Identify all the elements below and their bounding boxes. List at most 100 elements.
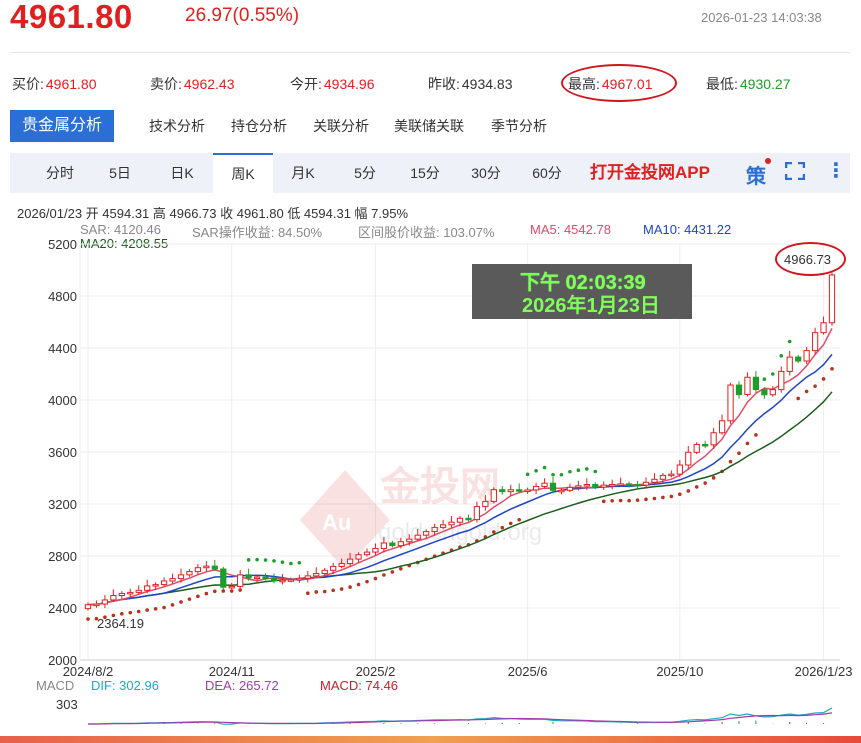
bottom-banner-strip: [0, 736, 861, 743]
y-tick-label: 4000: [48, 393, 77, 408]
candle-body: [702, 443, 709, 447]
watermark: Au 金投网 gold.cngold.org: [300, 464, 542, 570]
sar-dot: [322, 589, 327, 594]
candle-body: [372, 547, 379, 553]
candle-body: [389, 542, 396, 547]
sar-dot: [365, 579, 369, 584]
macd-dif: DIF: 302.96: [91, 678, 159, 693]
candle-body: [253, 576, 261, 580]
candle-body: [651, 478, 658, 483]
sar-dot: [762, 377, 767, 382]
sar-dot: [136, 609, 141, 614]
sar-dot: [145, 608, 149, 612]
min-price-label: 2364.19: [97, 616, 144, 631]
sar-dot: [627, 498, 631, 503]
y-tick-label: 2400: [48, 601, 77, 616]
sar-dot: [694, 485, 699, 489]
candle-body: [211, 565, 218, 570]
sar-dot: [787, 339, 792, 344]
y-tick-label: 3600: [48, 445, 77, 460]
sar-dot: [568, 469, 572, 474]
candle-body: [93, 603, 100, 607]
candle-body: [439, 524, 447, 528]
candle-body: [287, 579, 295, 582]
candle-body: [431, 526, 438, 533]
candle-body: [566, 486, 574, 491]
sar-dot: [86, 617, 90, 621]
sar-dot: [593, 469, 598, 474]
candle-body: [338, 563, 345, 567]
sar-dot: [601, 499, 606, 504]
sar-dot: [745, 441, 750, 446]
y-tick-label: 4800: [48, 289, 77, 304]
candle-body: [228, 585, 235, 589]
candle-body: [617, 483, 624, 486]
sar-dot: [314, 590, 319, 594]
y-tick-label: 2800: [48, 549, 77, 564]
sar-dot: [771, 372, 775, 376]
macd-value: MACD: 74.46: [320, 678, 399, 693]
candle-body: [186, 571, 193, 576]
macd-panel: [88, 707, 833, 725]
candle-body: [169, 578, 176, 582]
sar-dot: [686, 489, 691, 493]
sar-dot: [356, 582, 361, 587]
candle-body: [718, 420, 726, 434]
candle-body: [735, 384, 743, 396]
candle-body: [778, 370, 785, 391]
candle-body: [160, 580, 168, 586]
sar-dot: [289, 561, 293, 566]
sar-dot: [754, 433, 758, 437]
candle-body: [600, 484, 607, 488]
candle-body: [482, 500, 489, 508]
candle-body: [811, 332, 819, 352]
candle-body: [583, 484, 590, 487]
sar-dot: [711, 476, 716, 480]
candle-body: [609, 484, 616, 487]
x-tick-label: 2025/2: [356, 664, 396, 679]
candle-body: [127, 591, 134, 595]
sar-dot: [669, 494, 674, 499]
candle-body: [101, 599, 109, 605]
candle-body: [710, 432, 717, 446]
candlestick-chart[interactable]: Au 金投网 gold.cngold.org 20002400280032003…: [0, 0, 861, 743]
candle-body: [456, 517, 464, 523]
candle-body: [524, 489, 531, 492]
candle-body: [668, 473, 675, 477]
candle-body: [828, 274, 836, 324]
candle-body: [363, 551, 371, 556]
candle-body: [549, 482, 557, 491]
candle-body: [676, 464, 683, 475]
candle-body: [262, 576, 269, 580]
sar-dot: [373, 576, 378, 581]
sar-dot: [263, 558, 268, 562]
sar-dot: [737, 451, 741, 456]
sar-dot: [804, 389, 809, 394]
candle-body: [220, 568, 227, 588]
tooltip-date: 2026年1月23日: [522, 295, 660, 317]
sar-dot: [542, 465, 547, 470]
sar-dot: [238, 588, 242, 592]
sar-dot: [661, 495, 665, 500]
sar-dot: [297, 560, 302, 565]
candle-body: [177, 574, 185, 580]
sar-dot: [500, 525, 505, 530]
x-tick-label: 2024/8/2: [63, 664, 114, 679]
candle-body: [752, 376, 760, 391]
candle-body: [406, 538, 413, 543]
candle-body: [532, 485, 540, 491]
candle-body: [397, 541, 404, 547]
x-tick-label: 2026/1/23: [795, 664, 853, 679]
sar-dot: [652, 496, 657, 501]
sar-dot: [551, 472, 555, 477]
candle-body: [558, 489, 565, 493]
candle-body: [507, 489, 514, 493]
sar-dot: [517, 517, 521, 522]
candle-body: [203, 565, 210, 569]
macd-title: MACD: [36, 678, 75, 693]
x-tick-label: 2025/6: [508, 664, 548, 679]
sar-dot: [779, 354, 784, 358]
max-price-label: 4966.73: [784, 252, 831, 267]
candle-body: [625, 483, 633, 486]
candle-body: [152, 584, 159, 587]
